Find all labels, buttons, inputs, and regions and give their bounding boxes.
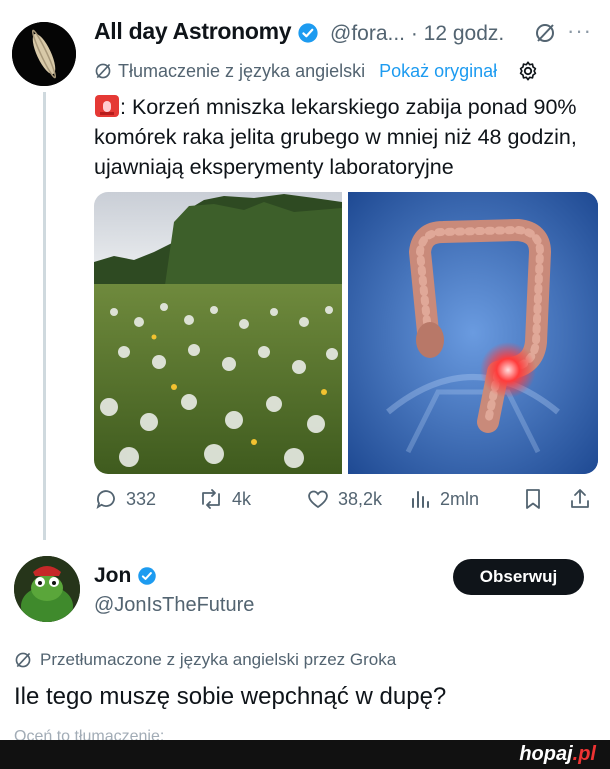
author-name[interactable]: All day Astronomy [94, 18, 319, 45]
grok-translate-icon [95, 63, 111, 79]
settings-gear-icon[interactable] [517, 60, 539, 82]
bookmark-icon [526, 489, 540, 509]
grok-icon[interactable] [534, 22, 556, 49]
tweet-media[interactable] [94, 192, 598, 474]
share-button[interactable] [568, 487, 592, 511]
heart-icon [308, 490, 328, 509]
reply-button[interactable]: 332 [94, 487, 156, 511]
views-button[interactable]: 2mln [410, 487, 479, 511]
verified-badge-icon [138, 567, 157, 585]
tweet-action-bar: 332 4k 38,2k 2mln [94, 487, 604, 517]
saturn-icon [12, 22, 76, 86]
reply-handle[interactable]: @JonIsTheFuture [94, 594, 254, 617]
thread-line [43, 92, 46, 540]
like-button[interactable]: 38,2k [306, 487, 382, 511]
reply-icon [96, 490, 115, 509]
siren-emoji-icon [95, 95, 119, 117]
dandelion-field-image[interactable] [94, 192, 342, 474]
repost-icon [202, 489, 220, 509]
author-handle-time[interactable]: @fora... · 12 godz. [330, 22, 504, 46]
grok-translation-note: Przetłumaczone z języka angielski przez … [40, 650, 397, 669]
more-options-icon[interactable]: ··· [567, 18, 592, 44]
avatar-all-day-astronomy[interactable] [12, 22, 76, 86]
reply-count: 332 [126, 488, 157, 509]
bookmark-button[interactable] [522, 487, 544, 511]
reply-author[interactable]: Jon [94, 564, 157, 588]
tweet-text: : Korzeń mniszka lekarskiego zabija pona… [94, 95, 577, 179]
grok-icon [15, 652, 31, 668]
hopaj-logo: hopaj.pl [519, 743, 596, 765]
like-count: 38,2k [338, 488, 383, 509]
kermit-avatar-icon [14, 556, 80, 622]
reply-text: Ile tego muszę sobie wepchnąć w dupę? [14, 683, 447, 710]
grok-translation-row: Przetłumaczone z języka angielski przez … [14, 650, 396, 670]
translation-note: Tłumaczenie z języka angielski [118, 60, 366, 81]
repost-button[interactable]: 4k [198, 487, 251, 511]
verified-badge-icon [298, 23, 318, 43]
show-original-link[interactable]: Pokaż oryginał [379, 61, 497, 82]
share-icon [571, 489, 589, 508]
views-icon [412, 491, 429, 508]
translation-row: Tłumaczenie z języka angielski Pokaż ory… [94, 60, 539, 82]
watermark-bar: hopaj.pl [0, 740, 610, 769]
views-count: 2mln [440, 488, 480, 509]
repost-count: 4k [232, 488, 252, 509]
colon-illustration-image[interactable] [348, 192, 598, 474]
avatar-jon[interactable] [14, 556, 80, 622]
follow-button[interactable]: Obserwuj [453, 559, 584, 595]
